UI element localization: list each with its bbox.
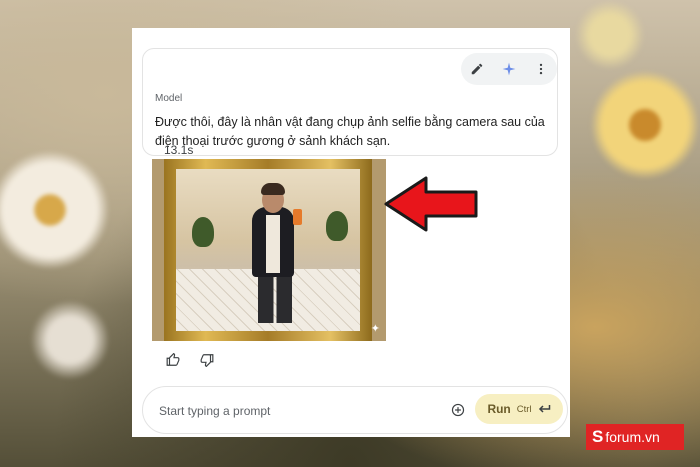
prompt-input[interactable] <box>157 400 431 422</box>
edit-pencil-icon[interactable] <box>465 57 489 81</box>
background-flower <box>30 300 110 380</box>
plant <box>192 217 214 247</box>
chat-panel: Model Được thôi, đây là nhân vật đang ch… <box>132 28 570 437</box>
watermark-text: forum.vn <box>605 429 660 445</box>
enter-key-icon <box>538 405 550 413</box>
background-flower <box>575 0 645 70</box>
forum-watermark: S forum.vn <box>586 424 684 450</box>
response-timing: 13.1s <box>164 143 194 157</box>
plant <box>326 211 348 241</box>
generated-image[interactable]: ✦ <box>152 159 386 341</box>
thumb-up-icon[interactable] <box>164 351 182 369</box>
red-arrow-annotation <box>384 176 478 232</box>
background-flower <box>0 150 110 270</box>
feedback-row <box>164 351 216 369</box>
more-vert-icon[interactable] <box>529 57 553 81</box>
prompt-bar: Run Ctrl <box>142 386 568 434</box>
mirror-scene <box>176 169 360 331</box>
phone <box>293 209 302 225</box>
background-flower <box>590 70 700 180</box>
person-shirt <box>266 215 280 273</box>
thumb-down-icon[interactable] <box>198 351 216 369</box>
person-hair <box>261 183 285 195</box>
message-toolbar <box>461 53 557 85</box>
watermark-logo: S <box>592 427 604 446</box>
run-shortcut: Ctrl <box>516 403 532 415</box>
run-label: Run <box>487 402 511 416</box>
model-response-card: Model Được thôi, đây là nhân vật đang ch… <box>142 48 558 156</box>
person-legs <box>258 275 292 323</box>
role-label: Model <box>155 93 183 104</box>
run-button[interactable]: Run Ctrl <box>475 394 563 424</box>
response-text: Được thôi, đây là nhân vật đang chụp ảnh… <box>155 115 545 148</box>
add-circle-icon[interactable] <box>448 400 468 420</box>
sparkle-icon[interactable] <box>497 57 521 81</box>
image-sparkle-icon: ✦ <box>370 323 380 335</box>
